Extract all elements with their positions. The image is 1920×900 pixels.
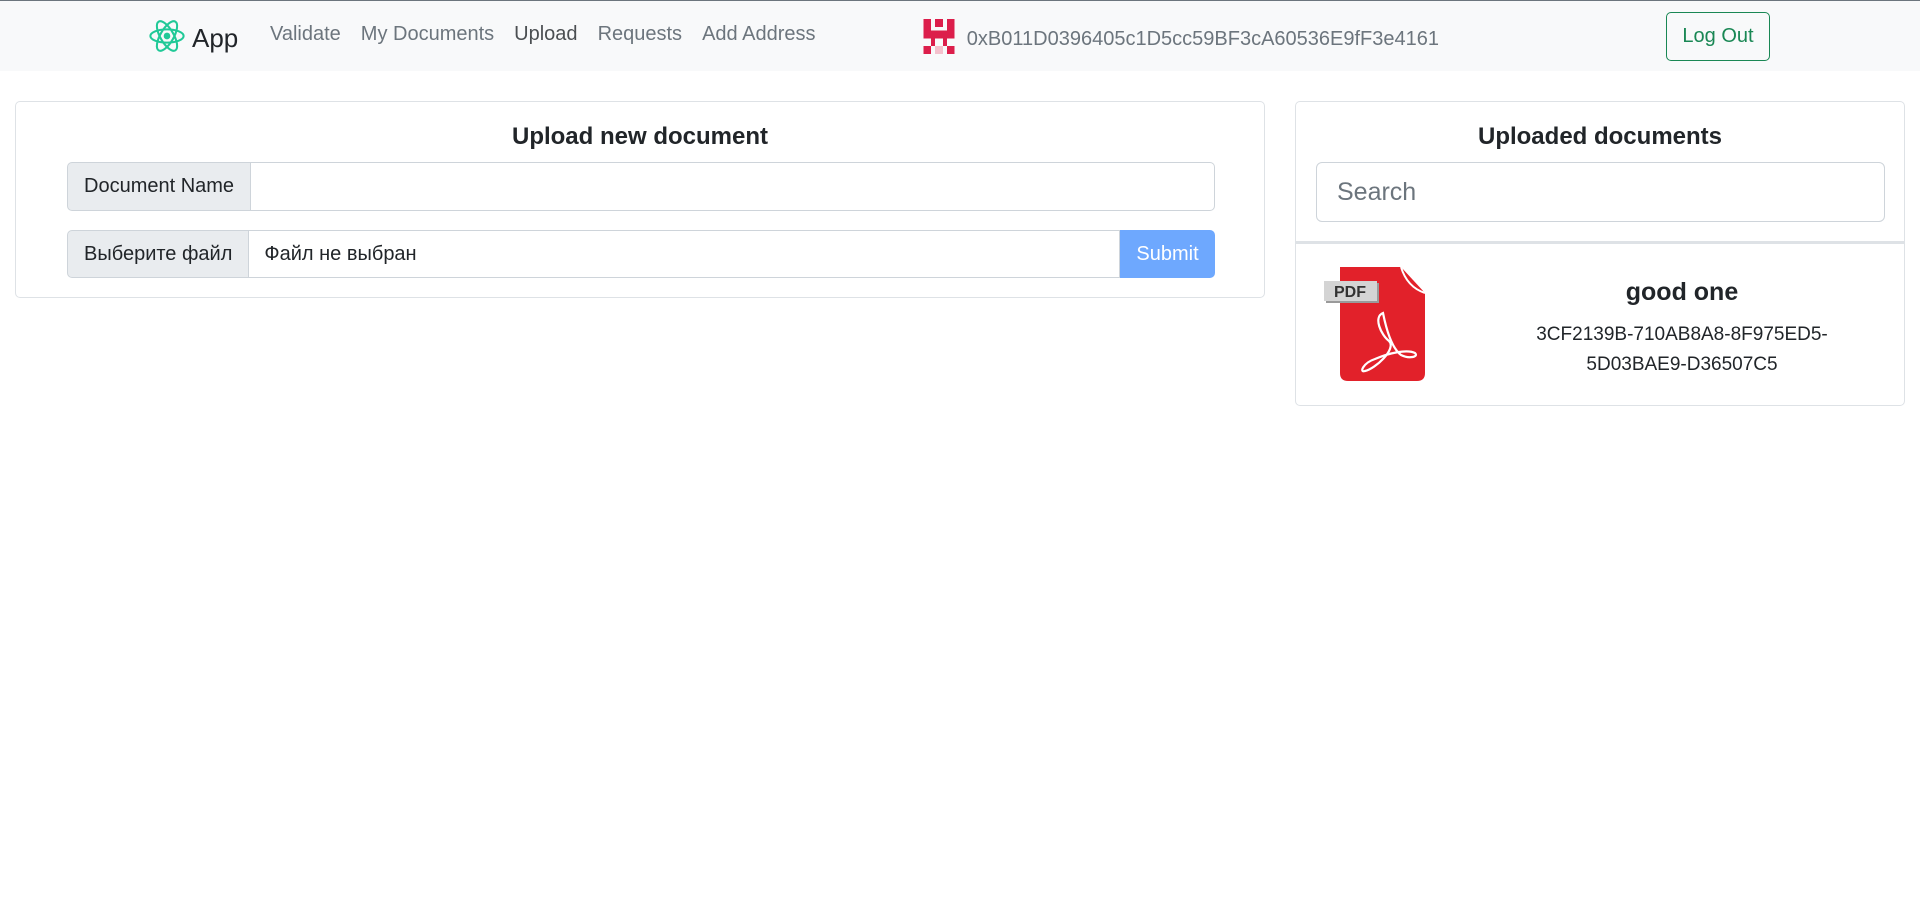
upload-card-title: Upload new document	[511, 123, 768, 150]
document-hash-line-1: 3CF2139B-710AB8A8-8F975ED5-	[1536, 324, 1828, 345]
document-name-label: Document Name	[67, 162, 252, 211]
document-list-item[interactable]: PDF good one 3CF2139B-710AB8A8-8F975ED5-…	[1296, 244, 1904, 406]
upload-card: Upload new document Document Name Выбери…	[15, 101, 1265, 298]
nav-link-add-address[interactable]: Add Address	[702, 23, 815, 46]
navbar: App Validate My Documents Upload Request…	[0, 0, 1920, 71]
nav-link-validate[interactable]: Validate	[270, 23, 341, 46]
document-name-group: Document Name	[67, 162, 1215, 211]
nav-link-upload[interactable]: Upload	[514, 23, 577, 46]
document-hash: 3CF2139B-710AB8A8-8F975ED5- 5D03BAE9-D36…	[1496, 320, 1868, 380]
account-address: 0xB011D0396405c1D5cc59BF3cA60536E9fF3e41…	[966, 27, 1439, 50]
file-upload-group: Выберите файл Файл не выбран Submit	[67, 230, 1215, 278]
pdf-icon: PDF	[1323, 265, 1433, 388]
nav-link-requests[interactable]: Requests	[598, 23, 683, 46]
brand-link[interactable]: App	[148, 17, 238, 60]
brand-name: App	[192, 23, 239, 53]
choose-file-button[interactable]: Выберите файл	[67, 230, 250, 278]
react-logo-icon	[148, 17, 186, 60]
submit-button[interactable]: Submit	[1120, 230, 1215, 278]
document-name-input[interactable]	[251, 162, 1215, 211]
nav-links: Validate My Documents Upload Requests Ad…	[270, 23, 835, 46]
file-status-text[interactable]: Файл не выбран	[249, 230, 1120, 278]
uploaded-documents-card: Uploaded documents PDF good one 3CF2139B…	[1295, 101, 1905, 406]
identicon-icon	[923, 19, 955, 59]
document-hash-line-2: 5D03BAE9-D36507C5	[1586, 354, 1778, 375]
search-input[interactable]	[1316, 162, 1885, 222]
logout-button[interactable]: Log Out	[1666, 12, 1770, 61]
svg-text:PDF: PDF	[1334, 284, 1366, 301]
account-info: 0xB011D0396405c1D5cc59BF3cA60536E9fF3e41…	[923, 19, 1439, 59]
uploaded-documents-title: Uploaded documents	[1477, 123, 1723, 150]
nav-link-my-documents[interactable]: My Documents	[361, 23, 494, 46]
document-name: good one	[1625, 278, 1739, 306]
